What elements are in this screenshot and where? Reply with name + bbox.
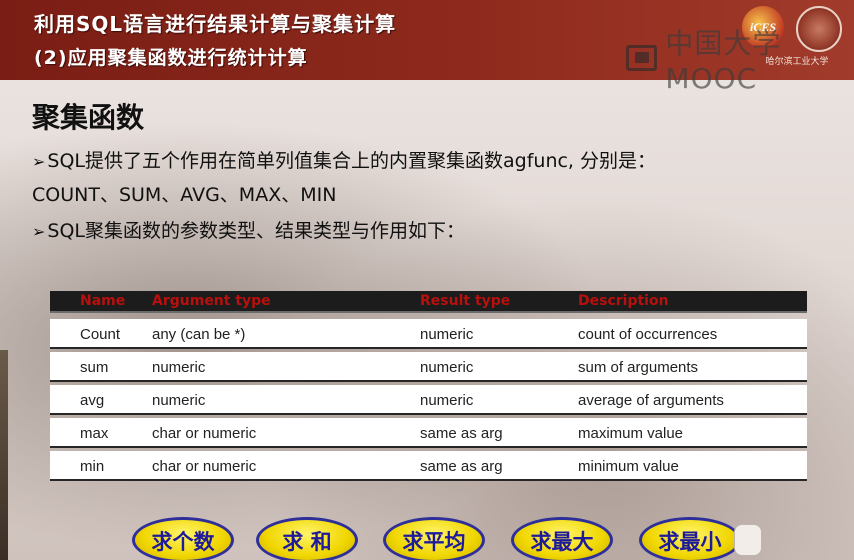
- count-button[interactable]: 求个数: [132, 517, 234, 560]
- maximum-button[interactable]: 求最大: [511, 517, 613, 560]
- header-subtitle: (2)应用聚集函数进行统计计算: [34, 47, 308, 69]
- average-button[interactable]: 求平均: [383, 517, 485, 560]
- bullet-text: SQL聚集函数的参数类型、结果类型与作用如下：: [47, 220, 466, 242]
- sum-button[interactable]: 求 和: [256, 517, 358, 560]
- bullet-item: ➢ SQL聚集函数的参数类型、结果类型与作用如下：: [32, 216, 465, 243]
- slide-heading: 聚集函数: [32, 101, 145, 134]
- cell-argument-type: numeric: [152, 392, 206, 409]
- cell-name: Count: [80, 326, 121, 343]
- cell-result-type: numeric: [420, 359, 474, 376]
- header-title: 利用SQL语言进行结果计算与聚集计算: [34, 12, 397, 36]
- cell-name: avg: [80, 392, 105, 409]
- cell-argument-type: char or numeric: [152, 425, 257, 442]
- cell-result-type: same as arg: [420, 458, 503, 475]
- cell-description: sum of arguments: [578, 359, 699, 376]
- cell-description: average of arguments: [578, 392, 724, 409]
- table-row: max char or numeric same as arg maximum …: [50, 418, 807, 448]
- bullet-item: ➢ SQL提供了五个作用在简单列值集合上的内置聚集函数agfunc, 分别是：: [32, 146, 656, 173]
- cell-name: max: [80, 425, 109, 442]
- cell-description: maximum value: [578, 425, 684, 442]
- table-row: Count any (can be *) numeric count of oc…: [50, 319, 807, 349]
- cell-description: count of occurrences: [578, 326, 718, 343]
- column-header-name: Name: [80, 293, 126, 309]
- slide-header: 利用SQL语言进行结果计算与聚集计算 (2)应用聚集函数进行统计计算 iCES …: [0, 0, 854, 95]
- cell-description: minimum value: [578, 458, 679, 475]
- slide: 利用SQL语言进行结果计算与聚集计算 (2)应用聚集函数进行统计计算 iCES …: [0, 0, 854, 560]
- column-header-result-type: Result type: [420, 293, 511, 309]
- mooc-logo-icon: [626, 45, 658, 71]
- cell-result-type: same as arg: [420, 425, 503, 442]
- mooc-watermark: 中国大学MOOC: [626, 27, 854, 95]
- bullet-arrow-icon: ➢: [32, 222, 46, 241]
- column-header-argument-type: Argument type: [152, 293, 271, 309]
- cell-name: sum: [80, 359, 109, 376]
- table-row: sum numeric numeric sum of arguments: [50, 352, 807, 382]
- hand-cursor-icon: [734, 524, 762, 556]
- column-header-description: Description: [578, 293, 669, 309]
- bullet-arrow-icon: ➢: [32, 152, 46, 171]
- minimum-button[interactable]: 求最小: [639, 517, 741, 560]
- table-row: avg numeric numeric average of arguments: [50, 385, 807, 415]
- mooc-watermark-text: 中国大学MOOC: [665, 26, 782, 95]
- table-row: min char or numeric same as arg minimum …: [50, 451, 807, 481]
- aggregate-function-table: Name Argument type Result type Descripti…: [50, 291, 807, 483]
- function-buttons: 求个数 求 和 求平均 求最大 求最小: [0, 514, 854, 560]
- cell-argument-type: numeric: [152, 359, 206, 376]
- table-header: Name Argument type Result type Descripti…: [50, 291, 807, 313]
- cell-result-type: numeric: [420, 326, 474, 343]
- cell-name: min: [80, 458, 105, 475]
- bullet-continuation: COUNT、SUM、AVG、MAX、MIN: [32, 184, 337, 206]
- cell-result-type: numeric: [420, 392, 474, 409]
- cell-argument-type: char or numeric: [152, 458, 257, 475]
- cell-argument-type: any (can be *): [152, 326, 246, 343]
- bullet-text: SQL提供了五个作用在简单列值集合上的内置聚集函数agfunc, 分别是：: [47, 150, 657, 172]
